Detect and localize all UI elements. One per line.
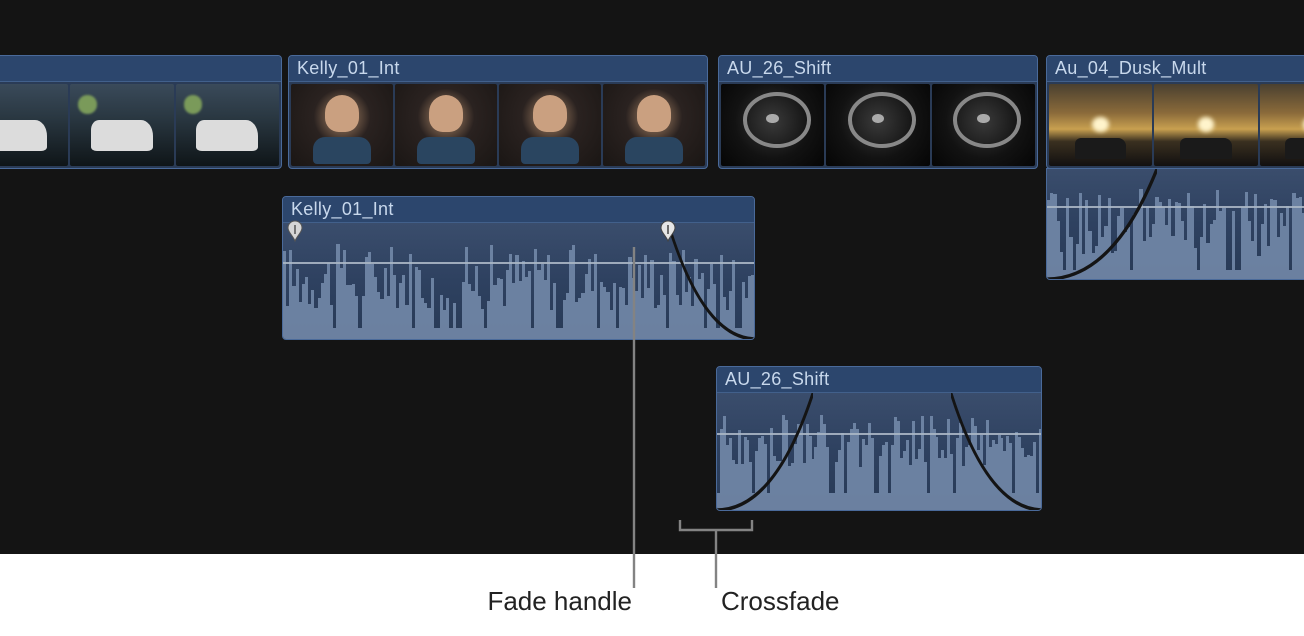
audio-body: [717, 393, 1041, 510]
waveform: [1047, 189, 1304, 279]
audio-clip-au-04-dusk-mult[interactable]: [1046, 168, 1304, 280]
waveform: [283, 244, 754, 339]
thumbnail-frame: [291, 84, 393, 166]
thumbnail-frame: [1154, 84, 1257, 166]
waveform: [717, 414, 1041, 510]
thumbnail-frame: [499, 84, 601, 166]
thumbnail-frame: [395, 84, 497, 166]
thumbnail-frame: [1049, 84, 1152, 166]
filmstrip: [721, 84, 1035, 166]
volume-line[interactable]: [1047, 206, 1304, 208]
clip-title: AU_26_Shift: [727, 58, 831, 79]
video-clip-au-04-dusk-mult[interactable]: Au_04_Dusk_Mult: [1046, 55, 1304, 169]
thumbnail-frame: [826, 84, 929, 166]
timeline[interactable]: Dusk_One Kelly_01_Int AU_26_Shift: [0, 0, 1304, 554]
fade-out-handle[interactable]: [658, 219, 678, 243]
thumbnail-frame: [721, 84, 824, 166]
thumbnail-frame: [1260, 84, 1304, 166]
clip-title-bar: Kelly_01_Int: [289, 56, 707, 82]
clip-title: AU_26_Shift: [725, 369, 829, 390]
video-clip-dusk-one[interactable]: Dusk_One: [0, 55, 282, 169]
callout-crossfade-label: Crossfade: [721, 586, 840, 617]
audio-clip-au-26-shift[interactable]: AU_26_Shift: [716, 366, 1042, 511]
volume-line[interactable]: [717, 433, 1041, 435]
video-clip-kelly-01-int[interactable]: Kelly_01_Int: [288, 55, 708, 169]
clip-title-bar: Kelly_01_Int: [283, 197, 754, 223]
clip-title-bar: AU_26_Shift: [719, 56, 1037, 82]
clip-title: Au_04_Dusk_Mult: [1055, 58, 1207, 79]
filmstrip: [1049, 84, 1304, 166]
thumbnail-frame: [932, 84, 1035, 166]
filmstrip: [0, 84, 279, 166]
clip-title-bar: Au_04_Dusk_Mult: [1047, 56, 1304, 82]
audio-body: [283, 223, 754, 339]
audio-clip-kelly-01-int[interactable]: Kelly_01_Int: [282, 196, 755, 340]
thumbnail-frame: [176, 84, 280, 166]
callout-fade-handle-label: Fade handle: [486, 586, 632, 617]
clip-title-bar: AU_26_Shift: [717, 367, 1041, 393]
filmstrip: [291, 84, 705, 166]
video-clip-au-26-shift[interactable]: AU_26_Shift: [718, 55, 1038, 169]
thumbnail-frame: [70, 84, 174, 166]
clip-title-bar: Dusk_One: [0, 56, 281, 82]
fade-in-handle[interactable]: [285, 219, 305, 243]
volume-line[interactable]: [283, 262, 754, 264]
thumbnail-frame: [603, 84, 705, 166]
clip-title: Kelly_01_Int: [291, 199, 394, 220]
clip-title: Kelly_01_Int: [297, 58, 400, 79]
thumbnail-frame: [0, 84, 68, 166]
audio-body: [1047, 169, 1304, 279]
